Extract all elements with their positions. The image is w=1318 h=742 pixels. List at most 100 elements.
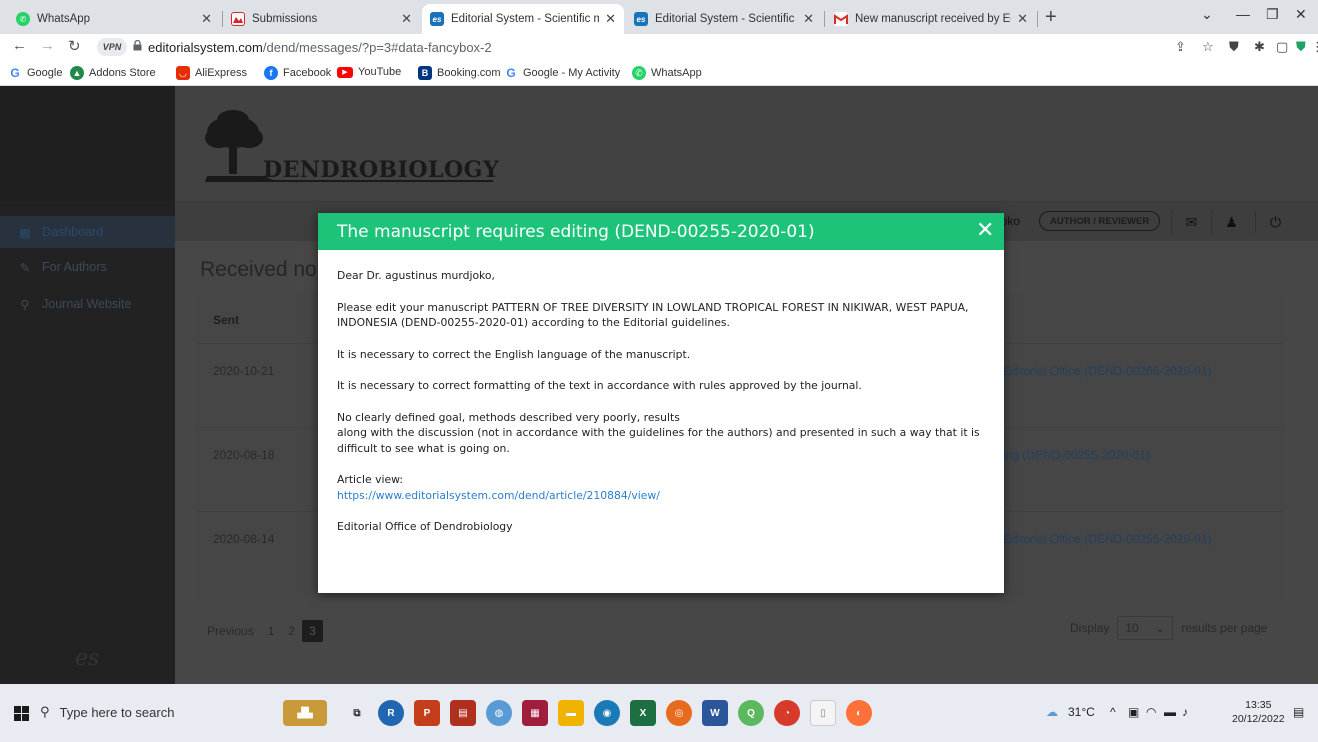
bookmark-aliexpress[interactable]: ◡ AliExpress — [176, 66, 247, 80]
close-icon[interactable]: ✕ — [976, 218, 994, 242]
tab-editorial-system-active[interactable]: es Editorial System - Scientific manu ✕ — [422, 4, 624, 34]
modal-title: The manuscript requires editing (DEND-00… — [337, 222, 815, 242]
wifi-icon[interactable]: ◠ — [1146, 705, 1156, 719]
close-icon[interactable]: ✕ — [803, 11, 814, 27]
firefox-icon[interactable]: ◐ — [846, 700, 872, 726]
word-icon[interactable]: W — [702, 700, 728, 726]
close-window-button[interactable]: ✕ — [1295, 6, 1307, 23]
bookmark-whatsapp[interactable]: ✆ WhatsApp — [632, 66, 702, 80]
pagination-previous[interactable]: Previous — [200, 620, 261, 642]
tab-title: Editorial System - Scientific manu — [451, 13, 600, 25]
stats-app-icon[interactable]: ▦ — [522, 700, 548, 726]
tab-title: New manuscript received by Edit — [855, 13, 1012, 25]
search-app-icon[interactable]: ◉ — [594, 700, 620, 726]
windows-start-icon[interactable] — [14, 706, 29, 721]
per-page-select[interactable]: 10 ⌄ — [1117, 616, 1174, 640]
menu-kebab-icon[interactable]: ⋮ — [1311, 39, 1318, 55]
message-paragraph: No clearly defined goal, methods describ… — [337, 410, 987, 457]
share-icon[interactable]: ⇪ — [1175, 39, 1186, 55]
clock[interactable]: 13:35 20/12/2022 — [1232, 698, 1285, 726]
puzzle-extension-icon[interactable]: ✱ — [1254, 39, 1265, 55]
tab-search-chevron-icon[interactable]: ⌄ — [1201, 6, 1213, 23]
page-title: Received no — [200, 258, 317, 281]
envelope-icon[interactable]: ✉ — [1171, 210, 1211, 234]
addons-store-icon: ▲ — [70, 66, 84, 80]
gmail-icon — [834, 12, 848, 26]
bookmark-google[interactable]: G Google — [8, 66, 62, 80]
battery-icon[interactable]: ▬ — [1164, 705, 1176, 719]
speaker-icon[interactable]: ♪ — [1182, 705, 1188, 719]
tab-gmail[interactable]: New manuscript received by Edit ✕ — [826, 4, 1036, 34]
article-view-block: Article view: https://www.editorialsystem… — [337, 472, 987, 503]
forward-arrow-icon[interactable]: → — [40, 37, 55, 54]
google-icon: G — [8, 66, 22, 80]
powerpoint-icon[interactable]: P — [414, 700, 440, 726]
globe-app-icon[interactable]: ◍ — [486, 700, 512, 726]
back-arrow-icon[interactable]: ← — [12, 37, 27, 54]
tray-chevron-up-icon[interactable]: ^ — [1110, 705, 1116, 719]
shield-extension-icon[interactable]: ⛊ — [1229, 39, 1239, 55]
new-tab-button[interactable]: + — [1045, 7, 1057, 27]
signature: Editorial Office of Dendrobiology — [337, 520, 513, 533]
task-view-icon[interactable]: ⧉ — [344, 700, 370, 726]
spss-icon[interactable]: ▤ — [450, 700, 476, 726]
sidebar-item-label: For Authors — [42, 260, 107, 274]
close-icon[interactable]: ✕ — [401, 11, 412, 27]
close-icon[interactable]: ✕ — [1017, 11, 1028, 27]
sidebar-item-dashboard[interactable]: ▦ Dashboard — [0, 216, 175, 248]
file-explorer-icon[interactable]: ▬ — [558, 700, 584, 726]
browser-app-icon[interactable]: ◎ — [666, 700, 692, 726]
pagination-page-3-current[interactable]: 3 — [302, 620, 323, 642]
colored-app-icon[interactable]: ◔ — [774, 700, 800, 726]
notifications-icon[interactable]: ▤ — [1293, 705, 1304, 719]
maximize-button[interactable]: ❐ — [1266, 6, 1279, 23]
power-icon[interactable]: ⏻ — [1255, 210, 1295, 234]
tab-submissions[interactable]: Submissions ✕ — [223, 4, 420, 34]
lock-icon[interactable] — [133, 40, 142, 51]
row-subject-link[interactable]: ing (DEND-00255-2020-01) — [1003, 448, 1150, 462]
qgis-icon[interactable]: Q — [738, 700, 764, 726]
excel-icon[interactable]: X — [630, 700, 656, 726]
vpn-badge[interactable]: VPN — [97, 38, 127, 56]
clock-time: 13:35 — [1245, 699, 1272, 711]
sidebar-item-journal-website[interactable]: ⚲ Journal Website — [0, 288, 175, 320]
user-icon[interactable]: ♟ — [1211, 210, 1251, 234]
bookmark-booking[interactable]: B Booking.com — [418, 66, 501, 80]
article-view-link[interactable]: https://www.editorialsystem.com/dend/art… — [337, 489, 660, 502]
security-extension-icon[interactable]: ⛊ — [1296, 39, 1306, 55]
cloud-weather-icon[interactable]: ☁ — [1046, 705, 1058, 719]
bookmark-facebook[interactable]: f Facebook — [264, 66, 331, 80]
row-subject-link[interactable]: Editorial Office (DEND-00266-2020-01) — [1003, 364, 1212, 378]
bookmark-star-icon[interactable]: ☆ — [1202, 39, 1214, 55]
search-placeholder: Type here to search — [59, 704, 175, 720]
close-icon[interactable]: ✕ — [605, 11, 616, 27]
row-date: 2020-10-21 — [213, 364, 275, 378]
pagination-page-1[interactable]: 1 — [261, 620, 282, 642]
tab-editorial-system[interactable]: es Editorial System - Scientific manu ✕ — [626, 4, 822, 34]
sidepanel-icon[interactable]: ▢ — [1276, 39, 1288, 55]
per-page-suffix: results per page — [1181, 621, 1268, 635]
bookmark-youtube[interactable]: ▶ YouTube — [337, 66, 401, 78]
bookmark-addons-store[interactable]: ▲ Addons Store — [70, 66, 156, 80]
taskbar-search-input[interactable]: ⚲ Type here to search — [40, 704, 174, 720]
reload-icon[interactable]: ↻ — [68, 37, 81, 55]
r-app-icon[interactable]: R — [378, 700, 404, 726]
bookmark-label: WhatsApp — [651, 67, 702, 79]
whatsapp-icon: ✆ — [632, 66, 646, 80]
bookmark-google-activity[interactable]: G Google - My Activity — [504, 66, 620, 80]
sidebar-item-for-authors[interactable]: ✎ For Authors — [0, 251, 175, 283]
pagination-page-2[interactable]: 2 — [281, 620, 302, 642]
modal-body: Dear Dr. agustinus murdjoko, Please edit… — [337, 268, 987, 551]
weather-temperature[interactable]: 31°C — [1068, 705, 1095, 719]
close-icon[interactable]: ✕ — [201, 11, 212, 27]
tab-whatsapp[interactable]: ✆ WhatsApp ✕ — [8, 4, 220, 34]
document-icon[interactable]: ▯ — [810, 700, 836, 726]
pagination: Previous 1 2 3 — [200, 620, 323, 642]
role-badge[interactable]: AUTHOR / REVIEWER — [1039, 211, 1161, 231]
url-field[interactable]: editorialsystem.com/dend/messages/?p=3#d… — [148, 40, 492, 55]
minimize-button[interactable]: — — [1236, 6, 1250, 22]
row-subject-link[interactable]: Editorial Office (DEND-00255-2020-01) — [1003, 532, 1212, 546]
news-widget-icon[interactable]: ▟▙ — [283, 700, 327, 726]
message-modal: The manuscript requires editing (DEND-00… — [318, 213, 1004, 593]
tray-app-icon[interactable]: ▣ — [1128, 705, 1139, 719]
